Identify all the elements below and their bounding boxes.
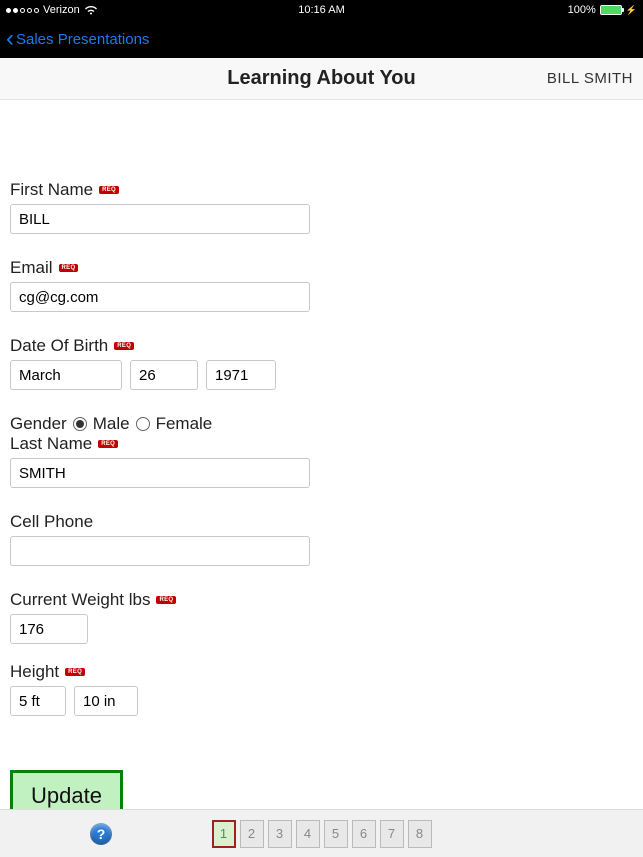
gender-male-label: Male	[93, 414, 130, 434]
page-title: Learning About You	[227, 67, 416, 90]
status-left: Verizon	[6, 4, 98, 16]
field-weight: Current Weight lbs REQ	[10, 590, 310, 644]
page-2[interactable]: 2	[240, 820, 264, 848]
req-badge: REQ	[114, 342, 134, 350]
page-7[interactable]: 7	[380, 820, 404, 848]
wifi-icon	[84, 5, 98, 15]
gender-female-label: Female	[156, 414, 213, 434]
email-label: Email	[10, 258, 53, 278]
req-badge: REQ	[156, 596, 176, 604]
user-name: BILL SMITH	[547, 70, 633, 87]
first-name-label: First Name	[10, 180, 93, 200]
weight-input[interactable]	[10, 614, 88, 644]
dob-year-input[interactable]	[206, 360, 276, 390]
weight-label: Current Weight lbs	[10, 590, 150, 610]
height-ft-input[interactable]	[10, 686, 66, 716]
pager: 1 2 3 4 5 6 7 8	[212, 820, 432, 848]
help-icon[interactable]: ?	[90, 823, 112, 845]
back-label: Sales Presentations	[16, 31, 149, 48]
bottom-bar: ? 1 2 3 4 5 6 7 8	[0, 809, 643, 857]
nav-bar: ‹ Sales Presentations	[0, 20, 643, 58]
clock: 10:16 AM	[298, 4, 344, 16]
last-name-input[interactable]	[10, 458, 310, 488]
charging-icon: ⚡	[626, 5, 637, 16]
page-5[interactable]: 5	[324, 820, 348, 848]
status-bar: Verizon 10:16 AM 100% ⚡	[0, 0, 643, 20]
dob-month-input[interactable]	[10, 360, 122, 390]
height-in-input[interactable]	[74, 686, 138, 716]
cell-input[interactable]	[10, 536, 310, 566]
signal-icon	[6, 8, 39, 13]
page-8[interactable]: 8	[408, 820, 432, 848]
height-label: Height	[10, 662, 59, 682]
field-last-name: Last Name REQ	[10, 434, 310, 488]
dob-label: Date Of Birth	[10, 336, 108, 356]
page-1[interactable]: 1	[212, 820, 236, 848]
field-dob: Date Of Birth REQ	[10, 336, 310, 390]
battery-pct: 100%	[568, 4, 596, 16]
field-height: Height REQ	[10, 662, 310, 716]
cell-label: Cell Phone	[10, 512, 93, 532]
battery-icon	[600, 5, 622, 15]
back-button[interactable]: ‹ Sales Presentations	[6, 27, 149, 51]
carrier-label: Verizon	[43, 4, 80, 16]
title-strip: Learning About You BILL SMITH	[0, 58, 643, 100]
gender-female-radio[interactable]	[136, 417, 150, 431]
field-gender: Gender Male Female	[10, 414, 310, 434]
page-3[interactable]: 3	[268, 820, 292, 848]
gender-label: Gender	[10, 414, 67, 434]
req-badge: REQ	[99, 186, 119, 194]
field-email: Email REQ	[10, 258, 310, 312]
dob-day-input[interactable]	[130, 360, 198, 390]
field-cell: Cell Phone	[10, 512, 310, 566]
req-badge: REQ	[98, 440, 118, 448]
req-badge: REQ	[65, 668, 85, 676]
chevron-left-icon: ‹	[6, 27, 14, 51]
page-4[interactable]: 4	[296, 820, 320, 848]
req-badge: REQ	[59, 264, 79, 272]
field-first-name: First Name REQ	[10, 180, 310, 234]
form: First Name REQ Email REQ Date Of Birth R…	[0, 100, 643, 740]
email-input[interactable]	[10, 282, 310, 312]
last-name-label: Last Name	[10, 434, 92, 454]
page-6[interactable]: 6	[352, 820, 376, 848]
status-right: 100% ⚡	[568, 4, 637, 16]
first-name-input[interactable]	[10, 204, 310, 234]
gender-male-radio[interactable]	[73, 417, 87, 431]
